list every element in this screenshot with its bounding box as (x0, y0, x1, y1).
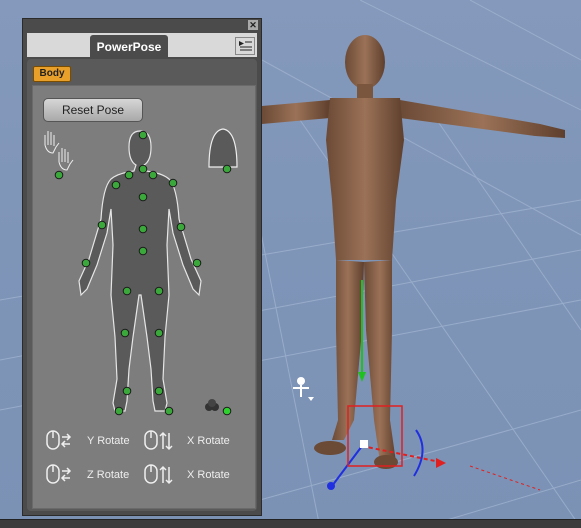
head-icon[interactable] (208, 128, 238, 168)
pose-node[interactable] (154, 286, 164, 296)
mouse-horizontal-drag-icon (46, 464, 72, 484)
pose-node[interactable] (122, 386, 132, 396)
pose-node[interactable] (148, 170, 158, 180)
pose-node[interactable] (138, 130, 148, 140)
group-icon[interactable] (205, 399, 219, 411)
pose-node[interactable] (222, 164, 232, 174)
pose-node[interactable] (122, 286, 132, 296)
viewport-bottom-bar (0, 519, 581, 528)
pose-node[interactable] (222, 406, 232, 416)
pose-node[interactable] (192, 258, 202, 268)
mouse-vertical-drag-icon (144, 430, 173, 451)
pose-node[interactable] (120, 328, 130, 338)
hand-icon[interactable] (58, 148, 74, 171)
hand-icon[interactable] (44, 131, 60, 154)
pose-node[interactable] (168, 178, 178, 188)
pose-node[interactable] (154, 386, 164, 396)
pose-node[interactable] (114, 406, 124, 416)
pose-node[interactable] (111, 180, 121, 190)
pose-node[interactable] (138, 224, 148, 234)
pose-node[interactable] (138, 246, 148, 256)
mouse-vertical-drag-icon (144, 464, 173, 485)
pose-node[interactable] (54, 170, 64, 180)
pose-node[interactable] (176, 222, 186, 232)
mouse-horizontal-drag-icon (46, 430, 72, 450)
pose-node[interactable] (154, 328, 164, 338)
z-rotate-label: Z Rotate (87, 469, 130, 481)
pose-node[interactable] (138, 192, 148, 202)
pose-node[interactable] (124, 170, 134, 180)
x-rotate-label-2: X Rotate (187, 469, 230, 481)
figure-tool-icon[interactable] (293, 377, 314, 401)
powerpose-panel: ✕ PowerPose Body Reset Pose Y Rotate X R… (22, 18, 262, 516)
y-rotate-label: Y Rotate (87, 435, 130, 447)
pose-node[interactable] (97, 220, 107, 230)
x-rotate-label: X Rotate (187, 435, 230, 447)
pose-node[interactable] (164, 406, 174, 416)
pose-node[interactable] (138, 164, 148, 174)
body-outline (78, 130, 202, 412)
pose-node[interactable] (81, 258, 91, 268)
